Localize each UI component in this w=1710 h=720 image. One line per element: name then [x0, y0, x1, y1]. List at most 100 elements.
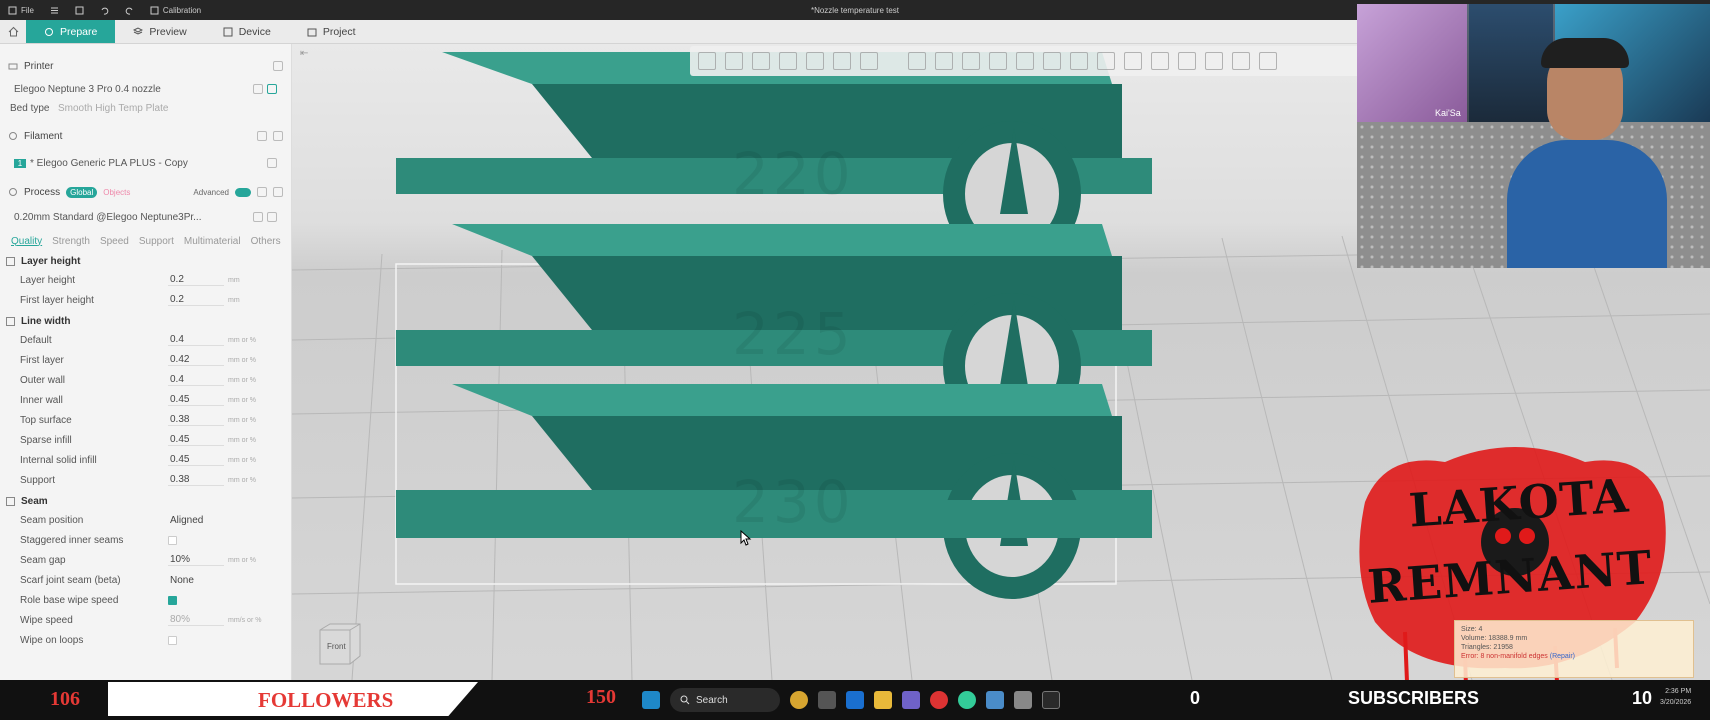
start-icon[interactable]	[642, 691, 660, 709]
prop-line-sparse-infill: Sparse infill 0.45 mm or %	[0, 430, 291, 450]
process-compare-icon[interactable]	[257, 187, 267, 197]
edge-icon[interactable]	[846, 691, 864, 709]
tab-preview[interactable]: Preview	[115, 20, 204, 43]
printer-preset-select[interactable]: Elegoo Neptune 3 Pro 0.4 nozzle	[8, 80, 283, 98]
move-icon[interactable]	[908, 52, 926, 70]
settings-icon[interactable]	[1014, 691, 1032, 709]
role-base-wipe-checkbox[interactable]	[168, 595, 177, 605]
filament-preset-edit-icon[interactable]	[267, 158, 277, 168]
repair-link[interactable]: (Repair)	[1550, 653, 1575, 660]
prop-unit: mm or %	[228, 356, 256, 364]
prop-line-support: Support 0.38 mm or %	[0, 470, 291, 490]
mesh-boolean-icon[interactable]	[1043, 52, 1061, 70]
prop-label: Inner wall	[20, 394, 63, 406]
wipe-on-loops-checkbox[interactable]	[168, 635, 177, 645]
home-icon[interactable]	[0, 20, 26, 43]
prop-input[interactable]: 0.2	[168, 274, 224, 286]
measure-icon[interactable]	[1178, 52, 1196, 70]
objects-toggle[interactable]: Objects	[103, 188, 130, 197]
process-settings-icon[interactable]	[273, 187, 283, 197]
file-menu[interactable]: File	[0, 6, 42, 15]
global-toggle[interactable]: Global	[66, 186, 98, 198]
prop-input[interactable]: 0.4	[168, 374, 224, 386]
filament-preset-row[interactable]: 1 * Elegoo Generic PLA PLUS - Copy	[8, 154, 283, 172]
cut-icon[interactable]	[1016, 52, 1034, 70]
scale-icon[interactable]	[962, 52, 980, 70]
printer-settings-icon[interactable]	[273, 61, 283, 71]
bed-type-select[interactable]: Smooth High Temp Plate	[58, 103, 168, 114]
edit-printer-icon[interactable]	[253, 84, 263, 94]
obs-icon[interactable]	[1042, 691, 1060, 709]
tab-others[interactable]: Others	[246, 236, 286, 247]
prop-input[interactable]: 0.2	[168, 294, 224, 306]
orca-slicer-icon[interactable]	[986, 691, 1004, 709]
prop-label: Wipe on loops	[20, 634, 84, 646]
orient-icon[interactable]	[752, 52, 770, 70]
assembly-icon[interactable]	[1205, 52, 1223, 70]
tab-support[interactable]: Support	[134, 236, 179, 247]
calibration-menu[interactable]: Calibration	[142, 6, 209, 15]
scarf-joint-select[interactable]: None	[168, 575, 224, 586]
prop-input[interactable]: 0.45	[168, 454, 224, 466]
tab-prepare[interactable]: Prepare	[26, 20, 116, 43]
layout-icon[interactable]	[1259, 52, 1277, 70]
wifi-icon[interactable]	[267, 84, 277, 94]
taskbar-search[interactable]: Search	[670, 688, 780, 712]
fuzzy-skin-icon[interactable]	[1124, 52, 1142, 70]
seam-position-select[interactable]: Aligned	[168, 515, 224, 526]
file-explorer-icon[interactable]	[874, 691, 892, 709]
prop-input[interactable]: 0.45	[168, 394, 224, 406]
opera-icon[interactable]	[930, 691, 948, 709]
arrange-icon[interactable]	[779, 52, 797, 70]
redo-icon[interactable]	[117, 6, 142, 15]
advanced-toggle[interactable]	[235, 187, 251, 197]
text-icon[interactable]	[1151, 52, 1169, 70]
tab-project[interactable]: Project	[289, 20, 374, 43]
prop-input[interactable]: 0.45	[168, 434, 224, 446]
info-error: Error: 8 non-manifold edges (Repair)	[1461, 652, 1687, 661]
process-preset-select[interactable]: 0.20mm Standard @Elegoo Neptune3Pr...	[8, 208, 283, 226]
save-icon[interactable]	[67, 6, 92, 15]
chrome-icon[interactable]	[958, 691, 976, 709]
prop-input[interactable]: 0.38	[168, 474, 224, 486]
lay-on-face-icon[interactable]	[989, 52, 1007, 70]
staggered-seams-checkbox[interactable]	[168, 535, 177, 545]
prop-input[interactable]: 0.42	[168, 354, 224, 366]
menu-icon[interactable]	[42, 6, 67, 15]
undo-icon[interactable]	[92, 6, 117, 15]
search-icon	[680, 695, 690, 705]
layers-icon[interactable]	[860, 52, 878, 70]
poster-1	[1357, 4, 1467, 122]
tab-strength[interactable]: Strength	[47, 236, 95, 247]
grid-icon[interactable]	[725, 52, 743, 70]
rotate-icon[interactable]	[935, 52, 953, 70]
seam-group-icon	[6, 496, 15, 506]
support-paint-icon[interactable]	[1070, 52, 1088, 70]
filament-edit-icon[interactable]	[257, 131, 267, 141]
tab-quality[interactable]: Quality	[6, 236, 47, 247]
filament-settings-icon[interactable]	[273, 131, 283, 141]
seam-paint-icon[interactable]	[1097, 52, 1115, 70]
process-search-icon[interactable]	[267, 212, 277, 222]
prop-line-top-surface: Top surface 0.38 mm or %	[0, 410, 291, 430]
plate-label-230: 230	[732, 468, 855, 536]
tab-multimaterial[interactable]: Multimaterial	[179, 236, 246, 247]
view-cube[interactable]: Front	[316, 620, 362, 666]
widgets-icon[interactable]	[790, 691, 808, 709]
view-icon[interactable]	[1232, 52, 1250, 70]
plates-icon[interactable]	[833, 52, 851, 70]
prop-input[interactable]: 0.38	[168, 414, 224, 426]
collapse-sidebar-icon[interactable]: ⇤	[300, 48, 308, 59]
process-save-icon[interactable]	[253, 212, 263, 222]
tab-speed[interactable]: Speed	[95, 236, 134, 247]
split-icon[interactable]	[806, 52, 824, 70]
prop-label: Layer height	[20, 274, 76, 286]
tab-device[interactable]: Device	[205, 20, 289, 43]
prop-input[interactable]: 80%	[168, 614, 224, 626]
discord-icon[interactable]	[902, 691, 920, 709]
process-preset-value: 0.20mm Standard @Elegoo Neptune3Pr...	[14, 211, 202, 223]
task-view-icon[interactable]	[818, 691, 836, 709]
prop-input[interactable]: 10%	[168, 554, 224, 566]
add-cube-icon[interactable]	[698, 52, 716, 70]
prop-input[interactable]: 0.4	[168, 334, 224, 346]
